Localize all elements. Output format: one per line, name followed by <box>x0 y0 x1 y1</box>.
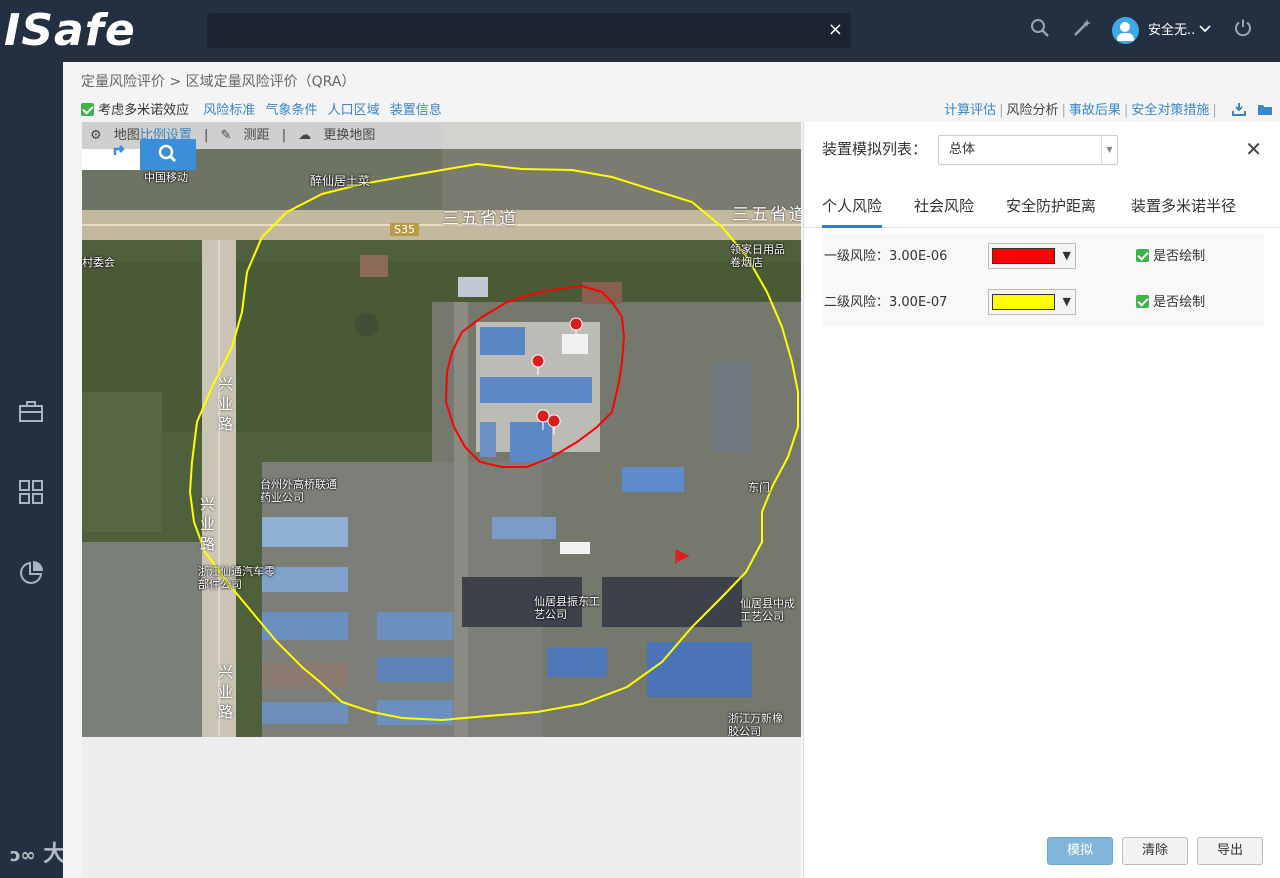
device-select[interactable]: 总体 ▼ <box>938 135 1118 165</box>
caret-down-icon: ▼ <box>1101 136 1117 164</box>
map-label-east-gate: 东门 <box>748 481 770 494</box>
sub-navigation: 考虑多米诺效应 风险标准 气象条件 人口区域 装置信息 <box>81 101 448 121</box>
satellite-map[interactable]: 中国移动 醉仙居土菜 三五省道 三五省道 S35 村委会 领家日用品卷烟店 兴业… <box>82 122 801 737</box>
draw-checkbox-level-1[interactable]: 是否绘制 <box>1136 248 1205 266</box>
device-marker[interactable] <box>531 354 545 376</box>
map-label-pharma: 台州外高桥联通药业公司 <box>260 478 337 504</box>
risk-level-table: 一级风险：3.00E-06 ▼ 是否绘制 二级风险：3.00E-07 ▼ 是否绘… <box>822 234 1264 326</box>
link-risk-standard[interactable]: 风险标准 <box>203 103 255 118</box>
risk-row-level-1: 一级风险：3.00E-06 ▼ 是否绘制 <box>822 234 1264 280</box>
primary-risk-contour <box>444 284 626 468</box>
map-label-xingye-road-2: 兴业路 <box>200 495 218 553</box>
user-avatar[interactable] <box>1112 17 1139 44</box>
left-sidebar <box>0 62 63 878</box>
risk-level-label: 一级风险：3.00E-06 <box>824 249 948 264</box>
draw-checkbox-level-2[interactable]: 是否绘制 <box>1136 294 1205 312</box>
link-population-area[interactable]: 人口区域 <box>328 103 380 118</box>
map-label-rubber: 浙江万新橡胶公司 <box>728 712 783 737</box>
main-content: 定量风险评价 > 区域定量风险评价（QRA） 考虑多米诺效应 风险标准 气象条件… <box>63 62 1280 878</box>
briefcase-icon[interactable] <box>18 399 44 425</box>
app-logo[interactable]: ISafe <box>4 6 194 56</box>
export-button[interactable]: 导出 <box>1197 837 1263 865</box>
close-icon[interactable]: ✕ <box>1245 138 1262 160</box>
link-accident-consequence[interactable]: 事故后果 <box>1069 103 1121 118</box>
caret-down-icon: ▼ <box>1062 295 1071 308</box>
device-marker[interactable] <box>547 414 561 436</box>
measure-distance-button[interactable]: ✎ 测距 <box>221 128 270 143</box>
map-label-zhendong: 仙居县振东工艺公司 <box>534 595 600 621</box>
map-label-china-mobile: 中国移动 <box>144 171 188 184</box>
risk-row-level-2: 二级风险：3.00E-07 ▼ 是否绘制 <box>822 280 1264 326</box>
map-label-road-s35-a: 三五省道 <box>442 209 518 229</box>
map-label-xingye-road-1: 兴业路 <box>218 375 236 433</box>
map-label-auto-parts: 浙江仙通汽车零部件公司 <box>198 565 275 591</box>
draw-label: 是否绘制 <box>1153 295 1206 310</box>
device-marker[interactable] <box>536 409 550 431</box>
map-label-chengji: 仙居县中成工艺公司 <box>740 597 795 623</box>
search-icon[interactable] <box>1030 18 1050 45</box>
clear-search-icon[interactable]: × <box>828 19 843 41</box>
map-label-s35: S35 <box>390 223 419 236</box>
folder-icon[interactable] <box>1258 103 1272 116</box>
link-device-info[interactable]: 装置信息 <box>390 103 442 118</box>
map-label-restaurant: 醉仙居土菜 <box>310 174 371 188</box>
tab-individual-risk[interactable]: 个人风险 <box>822 184 883 228</box>
device-simulation-panel: 装置模拟列表： 总体 ▼ ✕ 个人风险 社会风险 安全防护距离 装置多米诺半径 … <box>803 122 1280 878</box>
chevron-down-icon <box>1199 23 1212 38</box>
tab-domino-radius[interactable]: 装置多米诺半径 <box>1131 184 1236 228</box>
search-input[interactable]: × <box>207 13 851 48</box>
map-tool-blank[interactable] <box>82 149 140 170</box>
clear-button[interactable]: 清除 <box>1122 837 1188 865</box>
map-search-icon <box>158 144 177 163</box>
color-swatch <box>992 248 1055 264</box>
top-bar: ISafe × 安全无.. <box>0 0 1280 62</box>
change-map-button[interactable]: ☁ 更换地图 <box>298 128 375 143</box>
map-search-button[interactable] <box>140 139 196 170</box>
tab-safety-distance[interactable]: 安全防护距离 <box>1006 184 1096 228</box>
draw-label: 是否绘制 <box>1153 249 1206 264</box>
user-menu[interactable]: 安全无.. <box>1148 21 1212 41</box>
breadcrumb: 定量风险评价 > 区域定量风险评价（QRA） <box>81 74 356 90</box>
color-picker-level-1[interactable]: ▼ <box>988 243 1076 269</box>
magic-wand-icon[interactable] <box>1072 18 1092 45</box>
action-navigation: 计算评估 | 风险分析 | 事故后果 | 安全对策措施 | <box>944 101 1272 121</box>
power-icon[interactable] <box>1233 18 1253 45</box>
caret-down-icon: ▼ <box>1062 249 1071 262</box>
download-icon[interactable] <box>1231 103 1246 116</box>
simulate-button[interactable]: 模拟 <box>1047 837 1113 865</box>
device-markers <box>531 317 583 436</box>
dashboard-grid-icon[interactable] <box>18 479 44 505</box>
map-label-store: 领家日用品卷烟店 <box>730 243 785 269</box>
flag-marker <box>675 549 690 564</box>
risk-tabs: 个人风险 社会风险 安全防护距离 装置多米诺半径 <box>804 184 1280 228</box>
color-swatch <box>992 294 1055 310</box>
risk-level-label: 二级风险：3.00E-07 <box>824 295 948 310</box>
secondary-risk-contour <box>188 162 799 722</box>
pie-chart-icon[interactable] <box>18 560 44 586</box>
checkbox-checked-icon <box>1136 249 1149 262</box>
color-picker-level-2[interactable]: ▼ <box>988 289 1076 315</box>
expand-arrow-icon[interactable] <box>112 144 126 162</box>
link-weather[interactable]: 气象条件 <box>265 103 317 118</box>
device-select-value: 总体 <box>949 142 976 157</box>
panel-title: 装置模拟列表： <box>822 140 928 158</box>
map-label-village: 村委会 <box>82 256 115 269</box>
map-footer-area <box>82 737 801 878</box>
link-calc-evaluation[interactable]: 计算评估 <box>944 103 996 118</box>
link-risk-analysis[interactable]: 风险分析 <box>1007 103 1059 118</box>
domino-effect-checkbox[interactable] <box>81 103 94 116</box>
user-name: 安全无.. <box>1148 23 1196 38</box>
domino-effect-label: 考虑多米诺效应 <box>98 103 190 118</box>
device-marker[interactable] <box>569 317 583 339</box>
checkbox-checked-icon <box>1136 295 1149 308</box>
map-label-road-s35-b: 三五省道 <box>732 205 801 225</box>
link-safety-measures[interactable]: 安全对策措施 <box>1131 103 1209 118</box>
map-label-xingye-road-3: 兴业路 <box>218 663 236 721</box>
tab-social-risk[interactable]: 社会风险 <box>914 184 974 228</box>
